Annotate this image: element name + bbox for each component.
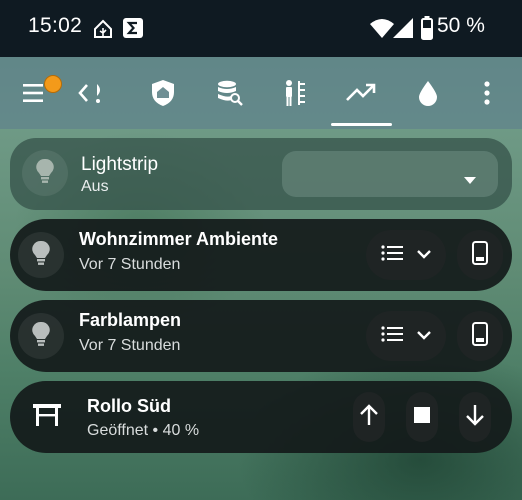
card-title: Wohnzimmer Ambiente <box>79 229 279 249</box>
chevron-down-icon <box>417 327 431 345</box>
arrow-up-icon <box>358 403 380 431</box>
lightstrip-effect-select[interactable] <box>282 151 498 197</box>
card-farblampen[interactable]: Farblampen Vor 7 Stunden <box>10 300 512 372</box>
tab-person[interactable] <box>265 57 325 129</box>
card-subtitle: Vor 7 Stunden <box>79 256 181 273</box>
water-drop-icon <box>418 80 438 106</box>
lightbulb-icon <box>31 240 51 271</box>
device-button[interactable] <box>457 230 503 280</box>
list-icon <box>381 325 403 347</box>
battery-percentage: 50 % <box>437 14 485 37</box>
farblampen-icon-button[interactable] <box>18 313 64 359</box>
lightbulb-icon <box>35 158 55 189</box>
human-icon <box>282 79 308 107</box>
card-state: Aus <box>81 178 109 195</box>
phone-icon <box>472 240 488 270</box>
trending-up-icon <box>346 83 376 103</box>
wohnzimmer-icon-button[interactable] <box>18 232 64 278</box>
card-subtitle: Geöffnet • 40 % <box>87 422 200 439</box>
menu-button[interactable] <box>6 57 66 129</box>
sigma-app-icon <box>122 17 144 44</box>
card-subtitle: Vor 7 Stunden <box>79 337 181 354</box>
close-cover-button[interactable] <box>459 392 491 442</box>
tab-water[interactable] <box>398 57 458 129</box>
caret-down-icon <box>464 171 476 189</box>
card-title: Lightstrip <box>81 154 159 175</box>
scene-list-dropdown-button[interactable] <box>366 311 446 361</box>
window-shutter-icon <box>33 403 61 431</box>
overflow-menu-button[interactable] <box>457 57 517 129</box>
chevron-left-tab-icon <box>77 81 107 105</box>
cellular-signal-icon <box>393 18 413 43</box>
device-button[interactable] <box>457 311 503 361</box>
status-bar: 15:02 50 % <box>0 0 522 57</box>
stop-cover-button[interactable] <box>406 392 438 442</box>
card-wohnzimmer-ambiente[interactable]: Wohnzimmer Ambiente Vor 7 Stunden <box>10 219 512 291</box>
phone-icon <box>472 321 488 351</box>
more-vertical-icon <box>483 81 491 105</box>
stop-icon <box>414 406 430 428</box>
shield-home-icon <box>151 79 175 107</box>
open-cover-button[interactable] <box>353 392 385 442</box>
lightstrip-icon-button[interactable] <box>22 150 68 196</box>
lightbulb-icon <box>31 321 51 352</box>
tab-back[interactable] <box>62 57 122 129</box>
tab-selected-indicator <box>331 123 392 126</box>
arrow-down-icon <box>464 404 486 431</box>
rollo-icon-button[interactable] <box>24 394 70 440</box>
card-title: Rollo Süd <box>87 396 171 416</box>
tab-trending[interactable] <box>331 57 391 129</box>
chevron-down-icon <box>417 246 431 264</box>
database-search-icon <box>217 80 243 106</box>
notification-badge <box>44 75 62 93</box>
list-icon <box>381 244 403 266</box>
app-bar <box>0 57 522 129</box>
scene-list-dropdown-button[interactable] <box>366 230 446 280</box>
tab-database[interactable] <box>200 57 260 129</box>
wifi-icon <box>370 18 394 43</box>
home-assistant-icon <box>93 19 113 44</box>
battery-icon <box>421 16 433 45</box>
card-title: Farblampen <box>79 310 182 330</box>
status-time: 15:02 <box>28 14 83 37</box>
tab-security[interactable] <box>133 57 193 129</box>
card-rollo-sued[interactable]: Rollo Süd Geöffnet • 40 % <box>10 381 512 453</box>
